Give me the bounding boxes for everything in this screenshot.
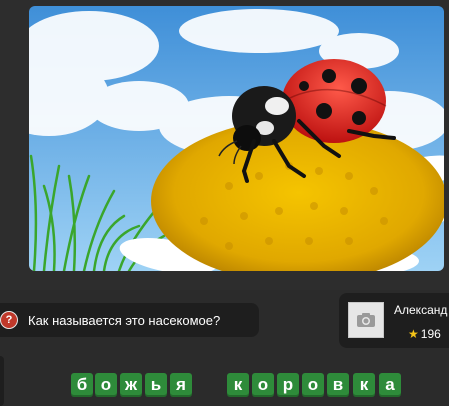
answer-letter[interactable]: ж <box>120 373 142 397</box>
camera-icon <box>357 313 375 327</box>
puzzle-image <box>29 6 444 271</box>
answer-letter[interactable]: о <box>95 373 117 397</box>
answer-letter[interactable]: к <box>353 373 375 397</box>
question-text: Как называется это насекомое? <box>28 312 221 328</box>
question-bar: ? Как называется это насекомое? <box>0 303 259 337</box>
star-icon: ★ <box>408 327 419 341</box>
score-value: 196 <box>420 327 441 341</box>
answer-letter[interactable]: р <box>277 373 299 397</box>
answer-letter[interactable]: о <box>252 373 274 397</box>
answer-letter[interactable]: к <box>227 373 249 397</box>
answer-letter[interactable]: я <box>170 373 192 397</box>
player-score: ★ 196 <box>408 327 441 341</box>
player-card[interactable]: Александ ★ 196 <box>339 293 449 348</box>
answer-letter[interactable]: а <box>379 373 401 397</box>
question-icon[interactable]: ? <box>0 311 18 329</box>
answer-letter[interactable]: б <box>71 373 93 397</box>
answer-letter[interactable]: ь <box>145 373 167 397</box>
avatar[interactable] <box>348 302 384 338</box>
side-panel-edge <box>0 356 4 406</box>
answer-letter[interactable]: о <box>302 373 324 397</box>
answer-letter[interactable]: в <box>327 373 349 397</box>
player-name: Александ <box>394 303 448 317</box>
